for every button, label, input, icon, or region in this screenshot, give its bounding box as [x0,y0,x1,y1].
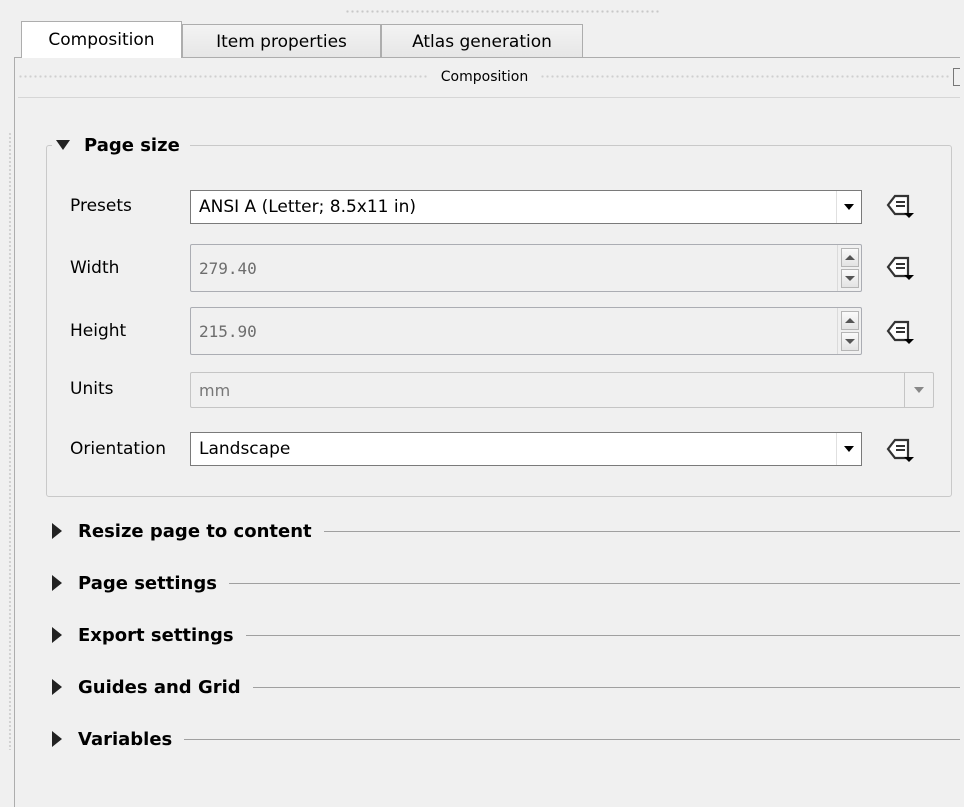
section-title: Resize page to content [78,520,312,542]
section-page-settings[interactable]: Page settings [52,568,960,598]
tab-atlas-generation[interactable]: Atlas generation [381,24,583,58]
tab-composition[interactable]: Composition [21,21,182,58]
units-combo[interactable]: mm [190,372,934,408]
data-defined-override-icon[interactable] [880,252,916,282]
float-button[interactable] [953,68,960,86]
expand-arrow-icon [52,679,62,695]
chevron-down-icon[interactable] [836,191,861,223]
divider [245,634,960,636]
section-variables[interactable]: Variables [52,724,960,754]
presets-value: ANSI A (Letter; 8.5x11 in) [199,197,417,217]
collapse-arrow-icon [56,140,70,150]
orientation-value: Landscape [199,439,291,459]
presets-label: Presets [70,196,132,216]
arrow-up-icon [845,318,855,323]
section-resize-page-to-content[interactable]: Resize page to content [52,516,960,546]
section-title: Export settings [78,624,234,646]
width-spinbox[interactable]: 279.40 [190,244,862,292]
arrow-up-icon [845,255,855,260]
divider [252,686,960,688]
section-title: Guides and Grid [78,676,241,698]
splitter-handle[interactable] [8,132,12,750]
dock-title-bar[interactable]: Composition [18,66,960,88]
width-value: 279.40 [199,258,257,278]
section-title: Variables [78,728,173,750]
divider [18,97,960,98]
orientation-label: Orientation [70,439,166,459]
page-size-header[interactable]: Page size [52,131,190,159]
tab-label: Item properties [216,31,347,52]
arrow-down-icon [845,276,855,281]
section-guides-and-grid[interactable]: Guides and Grid [52,672,960,702]
chevron-down-icon[interactable] [836,433,861,465]
divider [228,582,960,584]
toolbar-grip[interactable] [345,9,660,14]
expand-arrow-icon [52,575,62,591]
divider [184,738,960,740]
height-spinbox[interactable]: 215.90 [190,307,862,355]
title-grip [540,74,951,80]
data-defined-override-icon[interactable] [880,190,916,220]
data-defined-override-icon[interactable] [880,316,916,346]
height-value: 215.90 [199,321,257,341]
tab-item-properties[interactable]: Item properties [182,24,381,58]
arrow-down-icon [845,339,855,344]
units-label: Units [70,379,114,399]
spin-up-button[interactable] [841,248,859,267]
tab-label: Atlas generation [412,31,552,52]
width-label: Width [70,258,120,278]
expand-arrow-icon [52,627,62,643]
chevron-down-icon[interactable] [904,373,933,407]
title-grip [18,74,429,80]
spin-up-button[interactable] [841,311,859,330]
section-title: Page settings [78,572,217,594]
presets-combo[interactable]: ANSI A (Letter; 8.5x11 in) [190,190,862,224]
spin-down-button[interactable] [841,332,859,351]
height-label: Height [70,321,127,341]
data-defined-override-icon[interactable] [880,434,916,464]
section-export-settings[interactable]: Export settings [52,620,960,650]
expand-arrow-icon [52,731,62,747]
divider [323,530,960,532]
dock-title: Composition [440,69,529,85]
tab-label: Composition [48,30,155,50]
group-title: Page size [84,134,180,156]
expand-arrow-icon [52,523,62,539]
spin-down-button[interactable] [841,269,859,288]
units-value: mm [199,380,231,400]
orientation-combo[interactable]: Landscape [190,432,862,466]
